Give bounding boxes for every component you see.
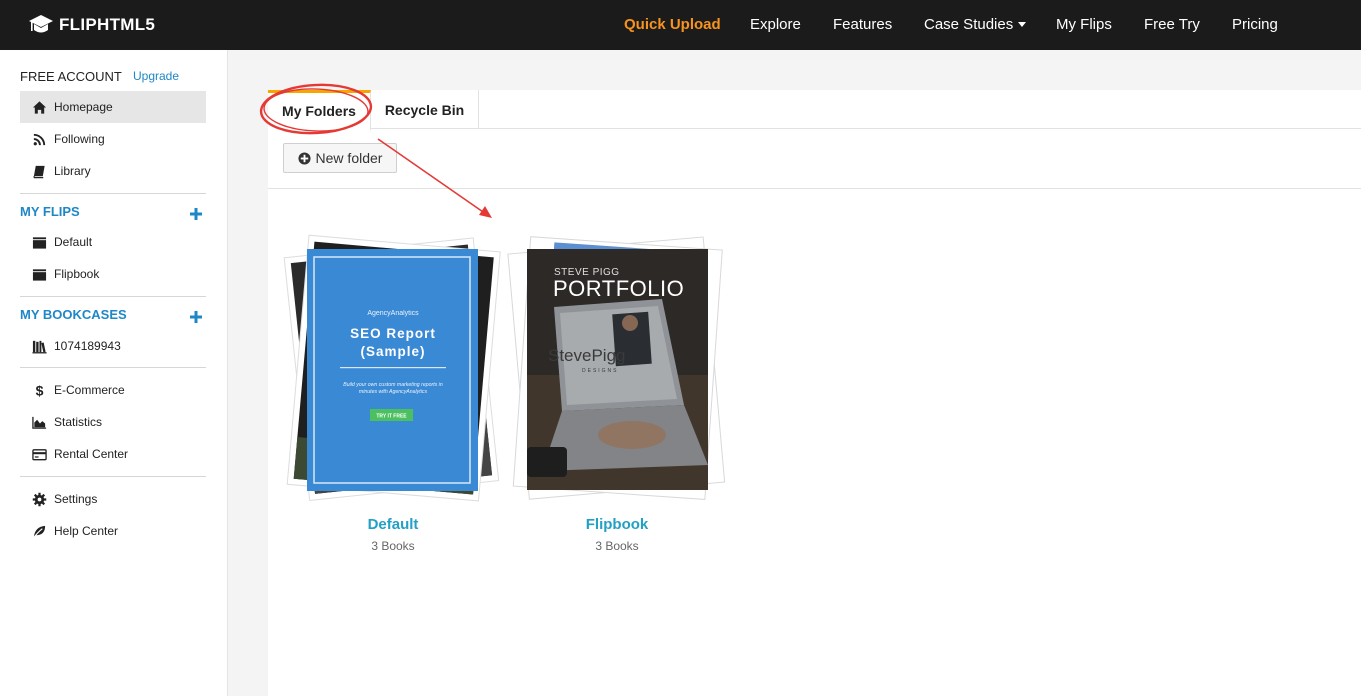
gear-icon [31,491,47,507]
sidebar-item-rental-center[interactable]: Rental Center [20,438,206,470]
svg-text:$: $ [35,383,43,398]
sidebar-item-label: Homepage [54,100,113,114]
new-folder-button[interactable]: New folder [283,143,397,173]
toolbar-divider [268,188,1361,189]
nav-case-studies-label: Case Studies [924,16,1014,33]
cover-brand-sub: DESIGNS [582,368,619,374]
credit-card-icon [31,446,47,462]
sidebar-item-label: Default [54,235,93,249]
sidebar: FREE ACCOUNT Upgrade Homepage Following … [0,50,228,696]
sidebar-divider [20,367,206,368]
add-bookcase-plus-icon[interactable] [189,310,203,324]
folder-icon [31,234,47,250]
folder-card-default[interactable]: AgencyAnalytics SEO Report (Sample) Buil… [278,225,508,565]
cover-cta: TRY IT FREE [376,414,407,420]
sidebar-item-e-commerce[interactable]: $ E-Commerce [20,374,206,406]
rss-icon [31,131,47,147]
sidebar-item-bookcase[interactable]: 1074189943 [20,330,206,362]
chevron-down-icon [1018,21,1027,27]
cover-brand-small: AgencyAnalytics [367,310,419,317]
sidebar-item-label: Rental Center [54,447,129,461]
folder-book-count: 3 Books [595,539,639,553]
my-flips-title: MY FLIPS [20,204,80,219]
sidebar-item-default[interactable]: Default [20,226,206,258]
graduation-cap-icon [29,15,53,33]
nav-explore[interactable]: Explore [750,0,801,50]
folder-name[interactable]: Default [278,516,508,533]
svg-text:Build your own custom marketin: Build your own custom marketing reports … [343,382,443,388]
svg-text:minutes with AgencyAnalytics: minutes with AgencyAnalytics [359,389,428,395]
top-navigation-bar: FLIPHTML5 Quick Upload Explore Features … [0,0,1361,50]
nav-features[interactable]: Features [833,0,892,50]
tab-my-folders[interactable]: My Folders [268,90,371,130]
sidebar-divider [20,476,206,477]
home-icon [31,99,47,115]
nav-case-studies[interactable]: Case Studies [924,0,1027,50]
sidebar-item-settings[interactable]: Settings [20,483,206,515]
add-flip-plus-icon[interactable] [189,207,203,221]
sidebar-divider [20,193,206,194]
folder-name[interactable]: Flipbook [502,516,732,533]
svg-text:SEO Report: SEO Report [350,326,436,341]
nav-free-try[interactable]: Free Try [1144,0,1200,50]
cover-brand: StevePigg [548,346,626,365]
cover-title: PORTFOLIO [553,276,684,301]
sidebar-item-label: E-Commerce [54,383,125,397]
sidebar-item-label: Library [54,164,91,178]
sidebar-item-following[interactable]: Following [20,123,206,155]
new-folder-label: New folder [315,150,383,166]
area-chart-icon [31,414,47,430]
sidebar-item-label: Settings [54,492,98,506]
plus-circle-icon [297,151,311,165]
bookcase-icon [31,338,47,354]
tab-recycle-bin[interactable]: Recycle Bin [371,90,479,129]
nav-pricing[interactable]: Pricing [1232,0,1278,50]
folder-book-count: 3 Books [371,539,415,553]
dollar-icon: $ [31,382,47,398]
sidebar-item-label: 1074189943 [54,339,121,353]
sidebar-item-label: Statistics [54,415,103,429]
nav-my-flips[interactable]: My Flips [1056,0,1112,50]
leaf-icon [31,523,47,539]
account-type-label: FREE ACCOUNT [20,69,122,84]
nav-quick-upload[interactable]: Quick Upload [624,0,721,50]
sidebar-item-label: Following [54,132,105,146]
folder-tabs: My Folders Recycle Bin [268,90,1361,130]
folder-cover-stack: STEVE PIGG PORTFOLIO StevePigg DESIGNS [507,236,726,500]
upgrade-link[interactable]: Upgrade [133,69,179,83]
sidebar-divider [20,296,206,297]
my-bookcases-title: MY BOOKCASES [20,307,127,322]
sidebar-item-label: Help Center [54,524,119,538]
svg-text:(Sample): (Sample) [360,344,425,359]
brand-name: FLIPHTML5 [59,15,156,34]
folder-icon [31,266,47,282]
sidebar-item-statistics[interactable]: Statistics [20,406,206,438]
book-icon [31,163,47,179]
sidebar-item-label: Flipbook [54,267,100,281]
sidebar-item-help-center[interactable]: Help Center [20,515,206,547]
sidebar-item-library[interactable]: Library [20,155,206,187]
brand-logo[interactable]: FLIPHTML5 [28,14,155,36]
sidebar-item-flipbook[interactable]: Flipbook [20,258,206,290]
folder-card-flipbook[interactable]: STEVE PIGG PORTFOLIO StevePigg DESIGNS F… [502,225,732,565]
folder-cover-stack: AgencyAnalytics SEO Report (Sample) Buil… [283,234,501,502]
sidebar-item-homepage[interactable]: Homepage [20,91,206,123]
